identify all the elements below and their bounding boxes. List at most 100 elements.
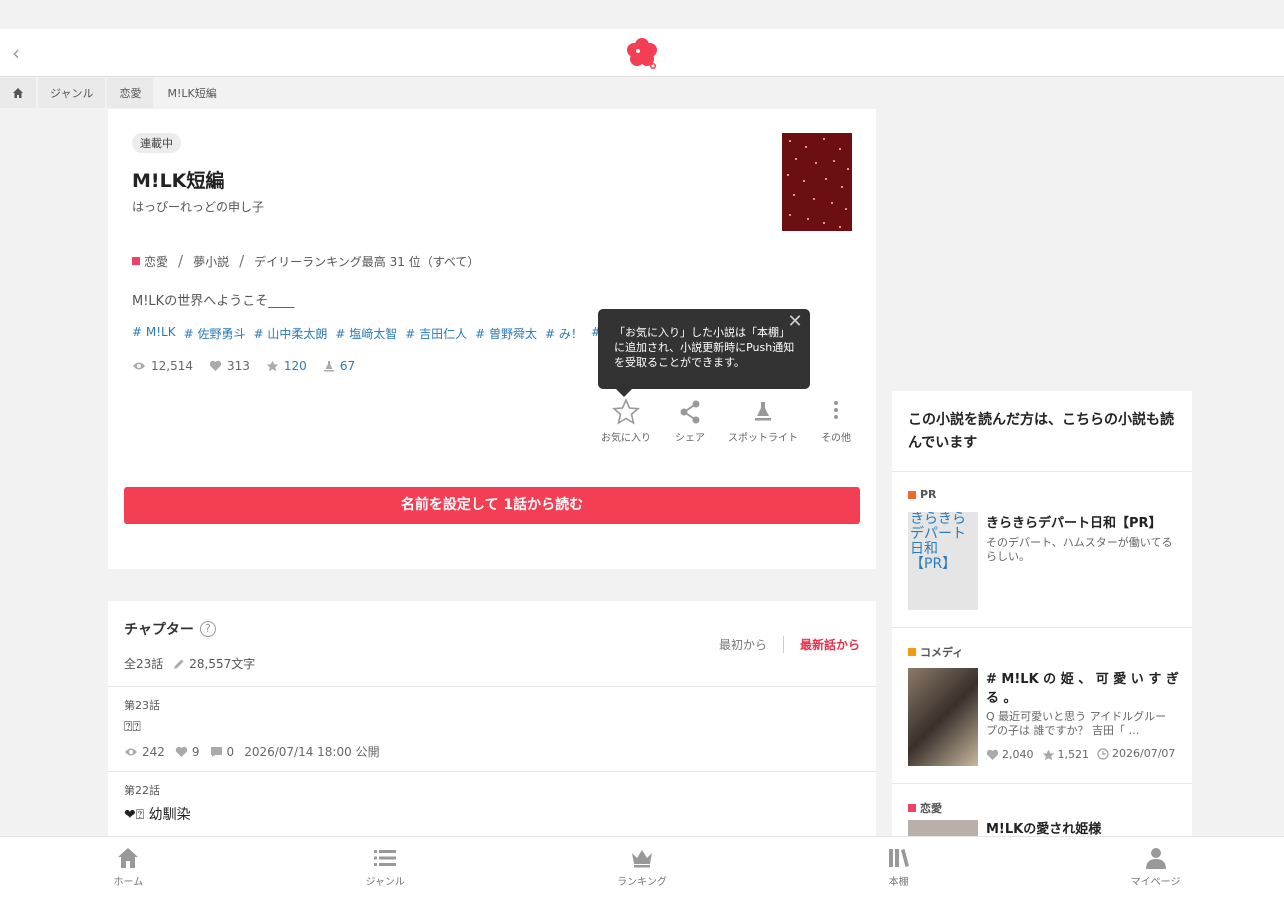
recommendation-genre: コメディ: [908, 644, 1176, 660]
cover-pattern: [787, 138, 849, 228]
rec-date: 2026/07/07: [1097, 748, 1175, 760]
episode-likes: 9: [175, 745, 200, 759]
likes-stat: 313: [209, 359, 250, 373]
novel-cover: [782, 133, 852, 231]
favorites-stat[interactable]: 120: [266, 359, 307, 373]
nav-ranking-label: ランキング: [617, 877, 667, 888]
nav-home[interactable]: ホーム: [0, 837, 257, 900]
comment-icon: [210, 746, 222, 757]
share-label: シェア: [675, 433, 705, 444]
thumbnail-alt-text: きらきらデパート日和【PR】: [908, 512, 978, 610]
tag-link[interactable]: # 塩﨑太智: [335, 325, 397, 342]
bookshelf-icon: [888, 849, 909, 867]
sort-first-link[interactable]: 最初から: [719, 636, 784, 653]
action-bar: お気に入り シェア スポットライト その他: [594, 397, 868, 444]
ranking-label[interactable]: デイリーランキング最高 31 位（すべて）: [254, 253, 479, 270]
tooltip-line: 「お気に入り」した小説は「本棚」: [614, 326, 790, 339]
nav-mypage[interactable]: マイページ: [1027, 837, 1284, 900]
favorite-button[interactable]: お気に入り: [594, 397, 658, 444]
rec-likes-count: 2,040: [1002, 748, 1034, 761]
nav-genre[interactable]: ジャンル: [257, 837, 514, 900]
heart-icon: [175, 746, 188, 757]
spotlight-button[interactable]: スポットライト: [722, 397, 804, 444]
episode-row[interactable]: 第23話 ⍰⍰ 242 9 0 2026/07/14 18:00 公開: [108, 686, 876, 771]
recommendation-thumbnail[interactable]: [908, 668, 978, 766]
star-icon: [266, 360, 279, 372]
tag-link[interactable]: # み！: [545, 325, 583, 342]
chapter-chars: 28,557文字: [189, 657, 256, 671]
episode-views: 242: [124, 745, 165, 759]
chapter-card: チャプター ? 全23話 28,557文字 最初から 最新話から 第23話 ⍰⍰…: [108, 601, 876, 861]
chapter-title: チャプター: [124, 622, 194, 638]
novel-author[interactable]: はっぴーれっどの申し子: [132, 198, 264, 215]
novel-meta: 恋愛 / 夢小説 / デイリーランキング最高 31 位（すべて）: [132, 252, 479, 270]
episode-title: ❤⍰ 幼馴染: [124, 807, 191, 823]
episode-likes-count: 9: [191, 744, 200, 759]
sort-latest-link[interactable]: 最新話から: [784, 636, 860, 653]
share-button[interactable]: シェア: [658, 397, 722, 444]
tag-link[interactable]: # 曽野舜太: [475, 325, 537, 342]
sort-links: 最初から 最新話から: [719, 636, 860, 653]
nav-shelf-label: 本棚: [888, 877, 909, 888]
tooltip-line: に追加され、小説更新時にPush通知: [614, 341, 795, 354]
rec-likes: 2,040: [986, 748, 1034, 761]
rec-stars-count: 1,521: [1057, 748, 1090, 761]
tooltip-line: を受取ることができます。: [614, 356, 745, 369]
meta-separator: /: [239, 252, 245, 270]
genre-label: コメディ: [920, 646, 964, 659]
recommendation-item[interactable]: PR きらきらデパート日和【PR】 きらきらデパート日和【PR】 そのデパート、…: [892, 472, 1192, 628]
breadcrumb-home[interactable]: [0, 78, 36, 108]
read-from-first-button[interactable]: 名前を設定して 1話から読む: [124, 487, 860, 524]
spotlights-stat[interactable]: 67: [323, 359, 355, 373]
breadcrumb: ジャンル 恋愛 M!LK短編: [0, 78, 231, 108]
heart-icon: [986, 749, 999, 760]
tag-link[interactable]: # 山中柔太朗: [253, 325, 327, 342]
recommendation-genre: PR: [908, 488, 1176, 501]
favorites-count: 120: [283, 359, 307, 373]
more-button[interactable]: その他: [804, 397, 868, 444]
episode-number: 第22話: [124, 784, 160, 797]
genre-color-square: [908, 804, 916, 812]
close-icon[interactable]: ✕: [786, 313, 804, 331]
pencil-icon: [174, 659, 184, 669]
nav-mypage-label: マイページ: [1130, 877, 1181, 888]
genre-color-square: [908, 648, 916, 656]
novel-description: M!LKの世界へようこそ____: [132, 294, 295, 309]
list-icon: [374, 850, 397, 866]
nav-home-label: ホーム: [113, 877, 144, 888]
genre-label: 恋愛: [920, 802, 942, 815]
breadcrumb-romance[interactable]: 恋愛: [107, 78, 154, 108]
help-icon[interactable]: ?: [199, 621, 216, 637]
favorite-label: お気に入り: [601, 433, 651, 444]
novel-title: M!LK短編: [132, 170, 225, 192]
nav-shelf[interactable]: 本棚: [770, 837, 1027, 900]
spotlight-icon: [323, 360, 334, 371]
spotlight-icon: [755, 402, 771, 421]
crown-icon: [631, 850, 652, 868]
tag-link[interactable]: # M!LK: [132, 325, 176, 342]
recommendation-thumbnail[interactable]: きらきらデパート日和【PR】: [908, 512, 978, 610]
genre-label[interactable]: 恋愛: [144, 253, 168, 270]
nav-ranking[interactable]: ランキング: [514, 837, 771, 900]
nav-genre-label: ジャンル: [365, 877, 405, 888]
views-count: 12,514: [151, 359, 193, 373]
spotlights-count: 67: [339, 359, 356, 373]
episode-meta: 242 9 0 2026/07/14 18:00 公開: [124, 743, 860, 760]
category-label[interactable]: 夢小説: [193, 253, 229, 270]
user-icon: [1145, 848, 1166, 869]
breadcrumb-genre[interactable]: ジャンル: [38, 78, 106, 108]
app-header: ‹: [0, 29, 1284, 77]
eye-icon: [125, 748, 137, 755]
bottom-navigation: ホーム ジャンル ランキング 本棚 マイページ: [0, 836, 1284, 900]
breadcrumb-current: M!LK短編: [155, 78, 229, 108]
genre-label: PR: [920, 488, 937, 501]
top-band: [0, 0, 1284, 29]
tag-link[interactable]: # 吉田仁人: [405, 325, 467, 342]
app-logo-icon[interactable]: [624, 37, 660, 71]
likes-count: 313: [227, 359, 250, 373]
recommendation-item[interactable]: コメディ # M!LK の 姫 、 可 愛 い す ぎ る 。 Q 最近可愛いと…: [892, 628, 1192, 784]
recommendation-title: # M!LK の 姫 、 可 愛 い す ぎ る 。: [986, 672, 1179, 706]
back-chevron-icon[interactable]: ‹: [12, 41, 32, 65]
episode-comments-count: 0: [226, 744, 235, 759]
tag-link[interactable]: # 佐野勇斗: [184, 325, 246, 342]
